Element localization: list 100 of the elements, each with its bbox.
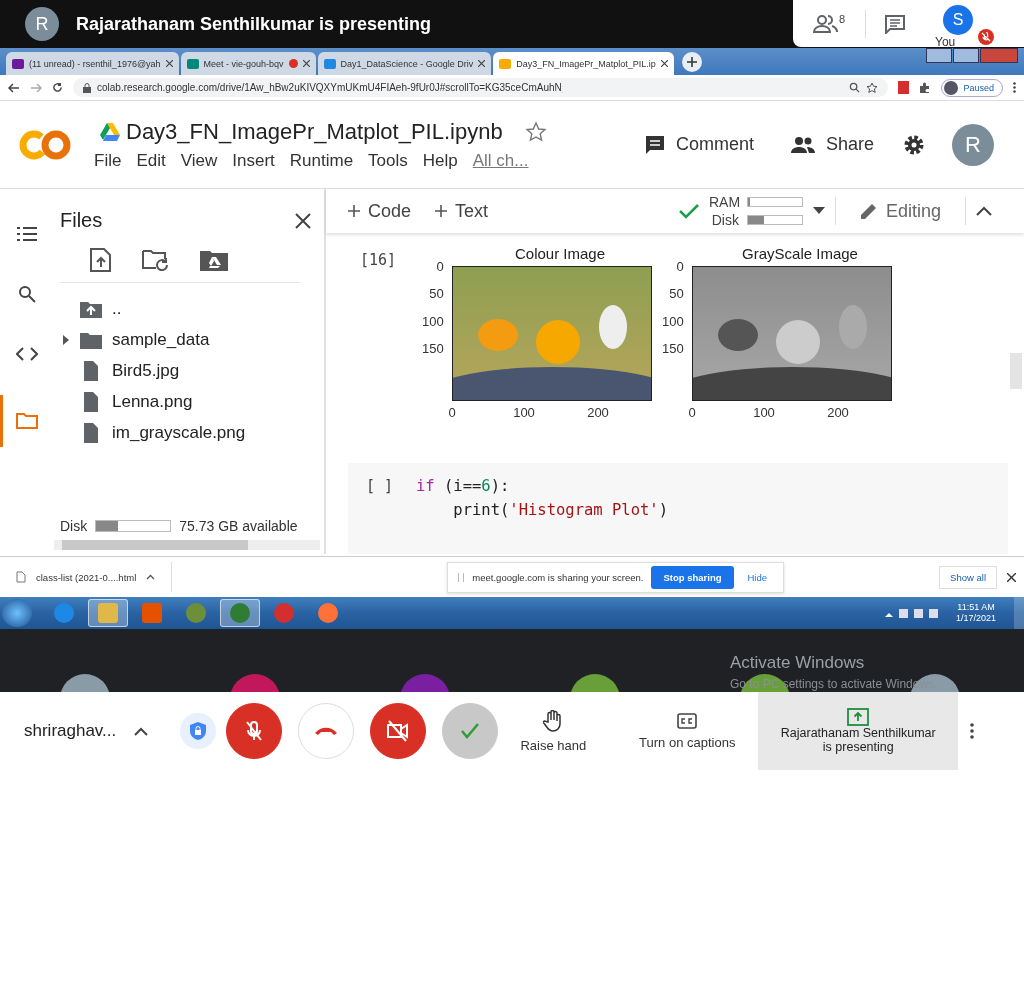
star-icon[interactable] bbox=[866, 81, 879, 94]
file-upload-icon[interactable] bbox=[90, 248, 112, 272]
back-arrow-icon[interactable] bbox=[8, 82, 20, 93]
axis-tick-label: 150 bbox=[421, 340, 444, 356]
plus-icon bbox=[348, 205, 360, 217]
chat-icon[interactable] bbox=[884, 13, 907, 34]
file-list-item[interactable]: Lenna.png bbox=[50, 386, 324, 417]
menu-icon[interactable] bbox=[1013, 82, 1016, 93]
lock-icon bbox=[83, 82, 91, 93]
changes-link[interactable]: All ch... bbox=[472, 150, 529, 171]
chevron-up-icon[interactable] bbox=[134, 726, 149, 736]
presenting-panel[interactable]: Rajarathanam Senthilkumar is presenting bbox=[758, 692, 959, 770]
menu-item[interactable]: File bbox=[94, 150, 122, 171]
browser-tab[interactable]: (11 unread) - rsenthil_1976@yah bbox=[6, 52, 179, 75]
shield-lock-icon bbox=[190, 722, 207, 740]
tab-favicon-icon bbox=[323, 58, 336, 69]
comment-icon bbox=[643, 133, 666, 156]
tab-favicon-icon bbox=[499, 58, 512, 69]
folder-up-icon bbox=[80, 299, 102, 318]
disk-available-text: 75.73 GB available bbox=[179, 518, 298, 534]
clock-time: 11:51 AM bbox=[957, 601, 995, 613]
participants-button[interactable]: 8 bbox=[813, 13, 846, 34]
menu-item[interactable]: Help bbox=[422, 150, 458, 171]
puzzle-icon[interactable] bbox=[919, 81, 932, 94]
code-cell[interactable]: [ ] if (i==6): print('Histogram Plot') bbox=[348, 463, 1008, 554]
file-list-item[interactable]: .. bbox=[50, 293, 324, 324]
close-icon[interactable] bbox=[165, 60, 173, 67]
raise-hand-button[interactable]: Raise hand bbox=[514, 709, 593, 753]
share-button[interactable]: Share bbox=[783, 133, 880, 156]
drive-icon bbox=[100, 122, 120, 141]
disk-label: Disk bbox=[60, 518, 88, 534]
file-list-item[interactable]: Bird5.jpg bbox=[50, 355, 324, 386]
panel-title: Files bbox=[60, 209, 103, 232]
profile-avatar-icon bbox=[944, 80, 959, 95]
self-avatar: S bbox=[943, 5, 974, 35]
expand-caret-icon[interactable] bbox=[62, 334, 70, 345]
show-all-button[interactable]: Show all bbox=[939, 565, 997, 589]
editing-mode-button[interactable]: Editing bbox=[859, 200, 941, 222]
presenting-title: Rajarathanam Senthilkumar is presenting bbox=[76, 13, 432, 35]
star-icon[interactable] bbox=[524, 120, 547, 143]
drag-handle-icon[interactable] bbox=[458, 572, 465, 582]
hand-icon bbox=[543, 709, 564, 732]
run-prompt[interactable]: [ ] bbox=[366, 477, 416, 554]
vertical-scrollbar[interactable] bbox=[1010, 353, 1022, 389]
horizontal-scrollbar[interactable] bbox=[54, 540, 320, 550]
browser-tab[interactable]: Day3_FN_ImagePr_Matplot_PIL.ip bbox=[493, 52, 674, 75]
pdf-extension-icon[interactable] bbox=[898, 81, 910, 94]
stop-sharing-button[interactable]: Stop sharing bbox=[651, 565, 734, 589]
add-text-button[interactable]: Text bbox=[435, 200, 489, 222]
address-field[interactable]: colab.research.google.com/drive/1Aw_hBw2uKIVQXYmUKmU4FIAeh-9fUr0J#scrollTo=KG35ceCmAuhN bbox=[73, 78, 889, 97]
self-label: You bbox=[935, 35, 956, 49]
axis-tick-label: 0 bbox=[688, 405, 696, 420]
captions-button[interactable]: Turn on captions bbox=[632, 712, 743, 750]
collapse-chevron-icon[interactable] bbox=[976, 206, 992, 216]
sharing-message: meet.google.com is sharing your screen. bbox=[472, 571, 644, 583]
notebook-title[interactable]: Day3_FN_ImagePr_Matplot_PIL.ipynb bbox=[126, 118, 503, 145]
folder-refresh-icon[interactable] bbox=[142, 248, 170, 272]
close-icon[interactable] bbox=[302, 60, 310, 67]
dropdown-caret-icon[interactable] bbox=[812, 207, 825, 215]
people-icon bbox=[813, 13, 839, 34]
close-icon[interactable] bbox=[660, 60, 668, 67]
menu-item[interactable]: Insert bbox=[232, 150, 275, 171]
menu-item[interactable]: Runtime bbox=[289, 150, 354, 171]
axis-tick-label: 200 bbox=[827, 405, 849, 420]
axis-tick-label: 50 bbox=[669, 285, 684, 301]
browser-tab[interactable]: Meet - vie-gouh-bqv bbox=[180, 52, 316, 75]
presenter-avatar: R bbox=[25, 7, 59, 41]
reload-icon[interactable] bbox=[52, 82, 63, 93]
hide-button[interactable]: Hide bbox=[741, 570, 774, 584]
axis-tick-label: 150 bbox=[661, 340, 684, 356]
taskbar-app-icon[interactable] bbox=[220, 599, 260, 627]
start-button[interactable] bbox=[2, 599, 32, 627]
close-icon[interactable] bbox=[1007, 572, 1016, 582]
caret-icon bbox=[146, 574, 156, 580]
drive-folder-icon[interactable] bbox=[200, 249, 228, 271]
phone-hang-up-icon bbox=[314, 726, 339, 736]
more-options-icon[interactable] bbox=[970, 723, 975, 739]
clock-date: 1/17/2021 bbox=[955, 613, 996, 625]
file-icon bbox=[16, 571, 26, 583]
close-icon[interactable] bbox=[294, 211, 312, 230]
axis-tick-label: 0 bbox=[448, 405, 456, 420]
new-tab-button[interactable] bbox=[681, 52, 702, 72]
comment-button[interactable]: Comment bbox=[637, 132, 760, 157]
code-line: if (i==6): bbox=[416, 477, 511, 495]
system-tray-drawing[interactable] bbox=[884, 608, 938, 618]
menu-item[interactable]: View bbox=[180, 150, 218, 171]
close-icon[interactable] bbox=[478, 60, 486, 67]
add-code-button[interactable]: Code bbox=[348, 200, 412, 222]
menu-item[interactable]: Edit bbox=[136, 150, 166, 171]
file-list-item[interactable]: sample_data bbox=[50, 324, 324, 355]
window-controls-drawing[interactable] bbox=[926, 48, 1018, 63]
menu-item[interactable]: Tools bbox=[368, 150, 408, 171]
download-item[interactable]: class-list (2021-0....html bbox=[16, 562, 173, 592]
zoom-icon[interactable] bbox=[849, 82, 861, 93]
browser-tab[interactable]: Day1_DataScience - Google Driv bbox=[317, 52, 492, 75]
security-button[interactable] bbox=[180, 713, 217, 749]
axis-tick-label: 100 bbox=[421, 313, 444, 329]
self-name: shriraghav... bbox=[24, 721, 117, 741]
pencil-icon bbox=[859, 202, 878, 220]
file-list-item[interactable]: im_grayscale.png bbox=[50, 417, 324, 448]
